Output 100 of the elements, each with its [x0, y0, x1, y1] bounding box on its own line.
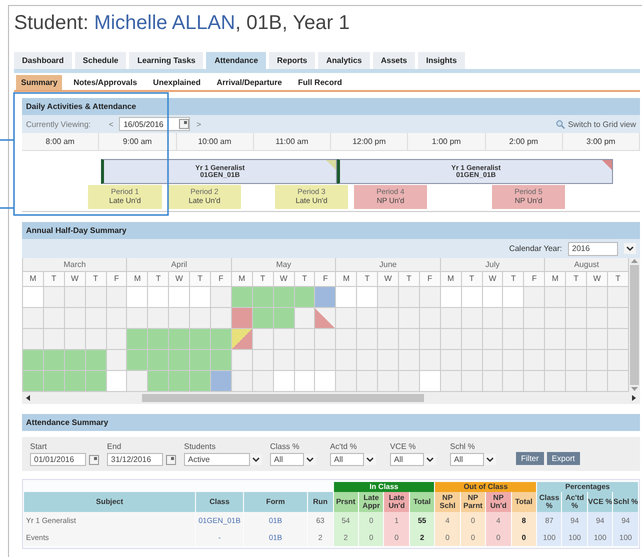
day-cell[interactable] [524, 329, 546, 350]
day-cell[interactable] [440, 371, 462, 392]
day-cell[interactable] [357, 287, 378, 308]
day-cell[interactable] [378, 308, 400, 329]
day-cell[interactable] [357, 329, 378, 350]
day-cell[interactable] [399, 287, 420, 308]
day-cell[interactable] [190, 308, 212, 329]
day-cell[interactable] [524, 371, 546, 392]
day-cell[interactable] [462, 350, 483, 371]
day-cell[interactable] [294, 287, 316, 308]
filter-dropdown[interactable]: All [390, 453, 424, 466]
day-cell[interactable] [86, 371, 107, 392]
day-cell[interactable] [608, 329, 629, 350]
day-cell[interactable] [106, 287, 128, 308]
day-cell[interactable] [420, 371, 441, 392]
day-cell[interactable] [232, 308, 253, 329]
day-cell[interactable] [86, 329, 107, 350]
scroll-left-icon[interactable] [26, 395, 30, 401]
day-cell[interactable] [44, 371, 65, 392]
day-cell[interactable] [169, 350, 190, 371]
date-field[interactable]: 31/12/2016 [107, 453, 163, 466]
day-cell[interactable] [252, 350, 274, 371]
filter-dropdown[interactable]: All [270, 453, 304, 466]
day-cell[interactable] [190, 287, 212, 308]
day-cell[interactable] [503, 371, 524, 392]
day-cell[interactable] [440, 308, 462, 329]
day-cell[interactable] [315, 308, 336, 329]
calendar-icon[interactable] [166, 454, 176, 464]
nav-tab[interactable]: Schedule [74, 52, 126, 69]
scroll-right-icon[interactable] [632, 395, 636, 401]
day-cell[interactable] [252, 329, 274, 350]
day-cell[interactable] [462, 329, 483, 350]
day-cell[interactable] [190, 329, 212, 350]
day-cell[interactable] [294, 350, 316, 371]
day-cell[interactable] [211, 350, 232, 371]
day-cell[interactable] [482, 371, 504, 392]
day-cell[interactable] [274, 308, 295, 329]
day-cell[interactable] [211, 308, 232, 329]
day-cell[interactable] [482, 287, 504, 308]
dropdown-icon[interactable] [484, 454, 496, 465]
day-cell[interactable] [232, 350, 253, 371]
day-cell[interactable] [127, 308, 148, 329]
day-cell[interactable] [336, 371, 358, 392]
dropdown-icon[interactable] [624, 243, 636, 254]
filter-dropdown[interactable]: All [330, 453, 364, 466]
day-cell[interactable] [608, 371, 629, 392]
sub-tab[interactable]: Full Record [292, 75, 347, 90]
year-dropdown[interactable]: 2016 [568, 242, 618, 256]
calendar-icon[interactable] [179, 119, 190, 129]
day-cell[interactable] [315, 350, 336, 371]
dropdown-icon[interactable] [250, 454, 262, 465]
day-cell[interactable] [274, 287, 295, 308]
horizontal-scrollbar[interactable] [22, 392, 640, 404]
day-cell[interactable] [336, 329, 358, 350]
day-cell[interactable] [440, 350, 462, 371]
day-cell[interactable] [545, 350, 566, 371]
sub-tab[interactable]: Notes/Approvals [68, 75, 142, 90]
day-cell[interactable] [587, 371, 608, 392]
day-cell[interactable] [420, 308, 441, 329]
day-cell[interactable] [503, 329, 524, 350]
day-cell[interactable] [482, 350, 504, 371]
day-cell[interactable] [294, 329, 316, 350]
day-cell[interactable] [23, 350, 44, 371]
sub-tab[interactable]: Summary [16, 75, 62, 90]
day-cell[interactable] [399, 329, 420, 350]
day-cell[interactable] [357, 371, 378, 392]
day-cell[interactable] [524, 350, 546, 371]
dropdown-icon[interactable] [304, 454, 316, 465]
day-cell[interactable] [211, 287, 232, 308]
day-cell[interactable] [127, 350, 148, 371]
day-cell[interactable] [608, 287, 629, 308]
day-cell[interactable] [232, 329, 253, 350]
day-cell[interactable] [232, 287, 253, 308]
day-cell[interactable] [169, 287, 190, 308]
day-cell[interactable] [482, 329, 504, 350]
day-cell[interactable] [148, 287, 170, 308]
dropdown-icon[interactable] [364, 454, 376, 465]
day-cell[interactable] [524, 308, 546, 329]
day-cell[interactable] [378, 329, 400, 350]
day-cell[interactable] [86, 308, 107, 329]
day-cell[interactable] [482, 308, 504, 329]
filter-dropdown[interactable]: All [450, 453, 484, 466]
day-cell[interactable] [545, 371, 566, 392]
day-cell[interactable] [127, 287, 148, 308]
day-cell[interactable] [545, 329, 566, 350]
day-cell[interactable] [440, 329, 462, 350]
day-cell[interactable] [336, 287, 358, 308]
day-cell[interactable] [420, 329, 441, 350]
day-cell[interactable] [420, 350, 441, 371]
day-cell[interactable] [211, 329, 232, 350]
day-cell[interactable] [23, 329, 44, 350]
day-cell[interactable] [169, 371, 190, 392]
day-cell[interactable] [608, 350, 629, 371]
day-cell[interactable] [86, 287, 107, 308]
day-cell[interactable] [64, 308, 86, 329]
dropdown-icon[interactable] [424, 454, 436, 465]
day-cell[interactable] [566, 287, 588, 308]
day-cell[interactable] [399, 350, 420, 371]
day-cell[interactable] [44, 350, 65, 371]
day-cell[interactable] [315, 371, 336, 392]
